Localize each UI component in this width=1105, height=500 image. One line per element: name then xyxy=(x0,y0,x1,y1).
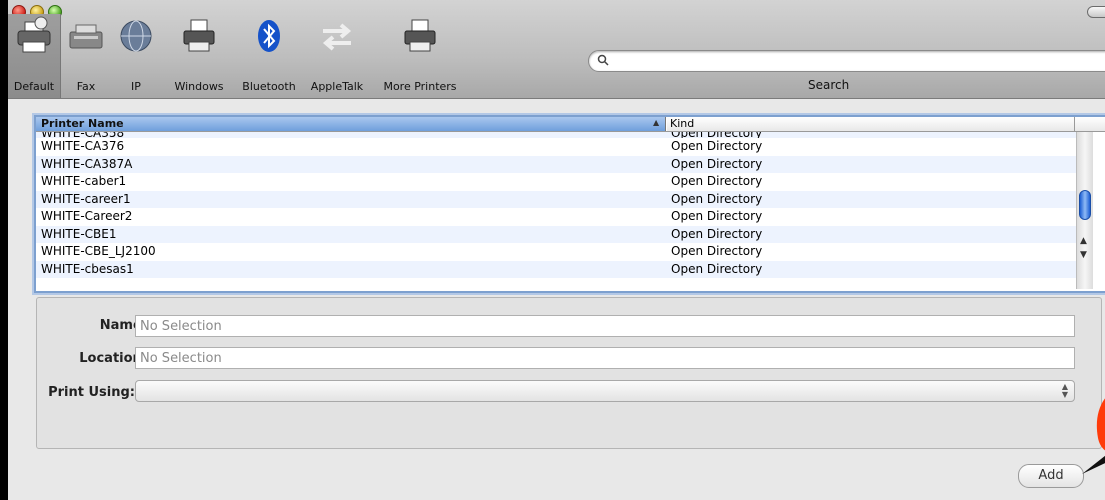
printer-kind-cell: Open Directory xyxy=(671,174,763,188)
toolbar-ip-label: IP xyxy=(131,80,141,93)
windows-printer-icon xyxy=(183,19,215,52)
location-field[interactable]: No Selection xyxy=(135,347,1075,369)
table-row[interactable]: WHITE-CA376 Open Directory xyxy=(36,138,1076,156)
globe-icon xyxy=(120,20,152,52)
printer-icon xyxy=(17,16,51,53)
scroll-down-arrow-icon[interactable]: ▼ xyxy=(1080,250,1087,260)
printer-name-cell: WHITE-career1 xyxy=(41,191,131,206)
scroll-up-arrow-icon[interactable]: ▲ xyxy=(1080,236,1087,246)
toolbar-ip-button[interactable]: IP xyxy=(118,14,154,94)
printer-kind-cell: Open Directory xyxy=(671,226,763,241)
printer-name-cell: WHITE-Career2 xyxy=(41,209,133,223)
printer-name-cell: WHITE-CBE_LJ2100 xyxy=(41,244,156,258)
table-row[interactable]: WHITE-Career2 Open Directory xyxy=(36,208,1076,226)
bluetooth-icon xyxy=(258,20,280,52)
printer-kind-cell: Open Directory xyxy=(671,191,763,206)
column-header-kind[interactable]: Kind xyxy=(667,117,1075,131)
print-using-label: Print Using: xyxy=(48,385,135,400)
location-label: Location: xyxy=(79,351,147,366)
column-header-printer-name-label: Printer Name xyxy=(41,117,124,130)
printer-name-cell: WHITE-cbesas1 xyxy=(41,261,134,276)
printer-name-cell: WHITE-CA387A xyxy=(41,156,133,171)
add-button[interactable]: Add xyxy=(1018,464,1084,488)
printer-icon xyxy=(404,19,436,52)
table-row[interactable]: WHITE-CBE1 Open Directory xyxy=(36,225,1076,243)
toolbar-fax-label: Fax xyxy=(76,80,96,93)
toolbar-toggle-button[interactable] xyxy=(1087,6,1105,18)
printer-kind-cell: Open Directory xyxy=(671,139,763,153)
printer-list[interactable]: Printer Name ▲ Kind WHITE-CA358 Open Dir… xyxy=(34,115,1105,293)
list-scrollbar[interactable]: ▲ ▼ xyxy=(1076,132,1093,289)
toolbar-more-printers-label: More Printers xyxy=(383,80,457,93)
printer-name-cell: WHITE-CBE1 xyxy=(41,226,117,241)
scrollbar-thumb[interactable] xyxy=(1079,190,1091,220)
printer-kind-cell: Open Directory xyxy=(671,156,763,171)
popup-stepper-icon: ▲ ▼ xyxy=(1061,382,1068,399)
printer-kind-cell: Open Directory xyxy=(671,244,763,258)
printer-kind-cell: Open Directory xyxy=(671,209,763,223)
search-input[interactable] xyxy=(613,53,1097,71)
toolbar-default-label: Default xyxy=(13,80,55,93)
print-using-popup[interactable]: ▲ ▼ xyxy=(135,380,1075,402)
search-icon xyxy=(597,54,609,66)
toolbar-bluetooth-label: Bluetooth xyxy=(242,80,296,93)
toolbar-windows-label: Windows xyxy=(174,80,224,93)
toolbar-more-printers-button[interactable]: More Printers xyxy=(369,14,471,94)
toolbar: Default Fax IP Windows Bluetooth AppleTa… xyxy=(8,0,1105,99)
toolbar-default-button[interactable]: Default xyxy=(8,14,61,98)
table-row[interactable]: WHITE-CBE_LJ2100 Open Directory xyxy=(36,243,1076,261)
column-header-kind-label: Kind xyxy=(670,117,695,130)
fax-icon xyxy=(69,24,103,49)
search-field[interactable] xyxy=(588,50,1105,72)
table-row[interactable]: WHITE-caber1 Open Directory xyxy=(36,173,1076,191)
sort-ascending-icon: ▲ xyxy=(653,118,660,127)
column-header-filler xyxy=(1075,117,1105,131)
toolbar-fax-button[interactable]: Fax xyxy=(63,14,109,94)
toolbar-appletalk-label: AppleTalk xyxy=(310,80,364,93)
table-row[interactable]: WHITE-cbesas1 Open Directory xyxy=(36,260,1076,278)
appletalk-icon xyxy=(322,23,352,51)
table-row[interactable]: WHITE-CA387A Open Directory xyxy=(36,155,1076,173)
printer-kind-cell: Open Directory xyxy=(671,132,762,138)
table-row[interactable]: WHITE-career1 Open Directory xyxy=(36,190,1076,208)
printer-details-panel: Name: No Selection Location: No Selectio… xyxy=(36,297,1102,449)
toolbar-bluetooth-button[interactable]: Bluetooth xyxy=(240,14,298,94)
add-printer-window: Default Fax IP Windows Bluetooth AppleTa… xyxy=(8,0,1105,500)
cursor-pointer-icon xyxy=(1082,398,1105,474)
printer-name-cell: WHITE-caber1 xyxy=(41,174,127,188)
list-header: Printer Name ▲ Kind xyxy=(36,117,1105,132)
list-rows: WHITE-CA358 Open Directory WHITE-CA376 Op… xyxy=(36,132,1076,289)
printer-kind-cell: Open Directory xyxy=(671,261,763,276)
toolbar-windows-button[interactable]: Windows xyxy=(164,14,234,94)
printer-name-cell: WHITE-CA376 xyxy=(41,139,125,153)
column-header-printer-name[interactable]: Printer Name xyxy=(36,117,666,131)
search-label: Search xyxy=(808,78,850,92)
name-field[interactable]: No Selection xyxy=(135,315,1075,337)
printer-name-cell: WHITE-CA358 xyxy=(41,132,124,138)
name-label: Name: xyxy=(99,318,147,333)
toolbar-appletalk-button[interactable]: AppleTalk xyxy=(306,14,368,94)
